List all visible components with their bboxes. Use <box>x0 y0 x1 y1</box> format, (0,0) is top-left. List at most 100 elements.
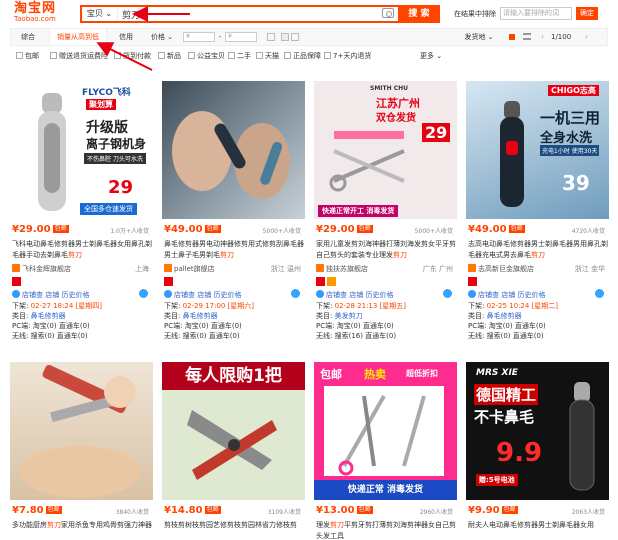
product-card[interactable]: 包邮 热卖 超低折扣 快递正常 消毒发货 ¥13.00 包邮 2960人收货 理发… <box>314 362 457 540</box>
product-title[interactable]: 鼻毛修剪器男电动神器修剪用式修剪刮鼻毛器男士鼻子毛男剃毛剪刀 <box>164 239 304 261</box>
product-image[interactable] <box>10 362 153 500</box>
shop-tools[interactable]: 店铺查 店铺 历史价格 <box>164 290 241 300</box>
filter-7day-return[interactable]: 7+天内退货 <box>324 51 371 61</box>
tmall-badge-icon[interactable] <box>316 277 325 286</box>
product-image[interactable]: 包邮 热卖 超低折扣 快递正常 消毒发货 <box>314 362 457 500</box>
filter-genuine[interactable]: 正品保障 <box>284 51 321 61</box>
filter-new[interactable]: 新品 <box>158 51 181 61</box>
checkbox-icon[interactable] <box>228 52 235 59</box>
filter-return-insurance[interactable]: 赠送退货运费险 <box>50 51 108 61</box>
info-icon <box>12 290 20 298</box>
sort-default[interactable]: 综合 <box>11 29 45 45</box>
product-image[interactable]: 每人限购1把 <box>162 362 305 500</box>
product-price: ¥29.00 包邮 <box>12 224 69 235</box>
meta-value[interactable]: 鼻毛修剪器 <box>183 312 218 320</box>
meta-value[interactable]: 鼻毛修剪器 <box>31 312 66 320</box>
hair-scissors-illustration <box>324 386 444 476</box>
tmall-badge-icon[interactable] <box>12 277 21 286</box>
title-text: 多功能厨房 <box>12 521 47 529</box>
list-view-icon[interactable] <box>523 33 531 40</box>
product-image[interactable]: FLYCO飞科 聚划算 升级版 离子钢机身 不伤鼻腔 刀头可水洗 29 全国多仓… <box>10 81 153 219</box>
checkbox-icon[interactable] <box>114 52 121 59</box>
sort-by-price[interactable]: 价格 ⌄ <box>145 29 179 45</box>
product-card[interactable]: CHIGO志高 一机三用 全身水洗 充电1小时 使用30天 39 ¥49.00 包… <box>466 81 609 371</box>
category-line: 类目: 鼻毛修剪器 <box>468 312 522 321</box>
product-card[interactable]: FLYCO飞科 聚划算 升级版 离子钢机身 不伤鼻腔 刀头可水洗 29 全国多仓… <box>10 81 153 371</box>
product-card[interactable]: MRS XIE 德国精工 不卡鼻毛 9.9 赠:5号电池 ¥9.90 包邮 206… <box>466 362 609 539</box>
product-card[interactable]: 每人限购1把 ¥14.80 包邮 3109人收货 剪枝剪树枝剪园艺修剪枝剪园林省力… <box>162 362 305 539</box>
price-value: ¥29.00 <box>316 224 355 235</box>
title-text: 家用杀鱼专用鸡骨剪强力神器 <box>61 521 152 529</box>
chat-icon[interactable] <box>595 289 604 298</box>
checkbox-icon[interactable] <box>50 52 57 59</box>
prev-page-button[interactable]: ‹ <box>541 29 544 45</box>
product-title[interactable]: 耐夫人电动鼻毛修剪器男士剃鼻毛器女用 <box>468 520 608 540</box>
search-category-select[interactable]: 宝贝 ⌄ <box>82 7 118 21</box>
product-title[interactable]: 理发剪刀平剪牙剪打薄剪刘海剪神器女自己剪头发工具 <box>316 520 456 540</box>
tmall-badge-icon[interactable] <box>164 277 173 286</box>
image-price: 9.9 <box>496 438 543 468</box>
filter-secondhand[interactable]: 二手 <box>228 51 251 61</box>
shop-link[interactable]: 飞科金辉旗舰店 <box>12 264 71 274</box>
shop-tools-label: 店铺查 店铺 历史价格 <box>478 291 546 299</box>
product-image[interactable]: SMITH CHU 江苏广州 双仓发货 29 快递正常开工 消毒发货 <box>314 81 457 219</box>
list-toggle-icon[interactable] <box>291 33 299 41</box>
meta-label: 下架: <box>12 302 29 310</box>
checkbox-icon[interactable] <box>284 52 291 59</box>
list-toggle-icon[interactable] <box>281 33 289 41</box>
product-image[interactable]: MRS XIE 德国精工 不卡鼻毛 9.9 赠:5号电池 <box>466 362 609 500</box>
checkbox-icon[interactable] <box>158 52 165 59</box>
gold-badge-icon[interactable] <box>327 277 336 286</box>
shop-tools[interactable]: 店铺查 店铺 历史价格 <box>468 290 545 300</box>
sort-by-credit[interactable]: 信用 <box>111 29 141 45</box>
taobao-logo[interactable]: 淘宝网 Taobao.com <box>14 2 64 24</box>
chat-icon[interactable] <box>139 289 148 298</box>
meta-value[interactable]: 鼻毛修剪器 <box>487 312 522 320</box>
product-footer-band: 快递正常开工 消毒发货 <box>318 205 399 217</box>
product-image[interactable] <box>162 81 305 219</box>
meta-value[interactable]: 美发剪刀 <box>335 312 363 320</box>
chat-icon[interactable] <box>443 289 452 298</box>
filter-tmall[interactable]: 天猫 <box>256 51 279 61</box>
chat-icon[interactable] <box>291 289 300 298</box>
sort-by-sales[interactable]: 销量从高到低 <box>49 29 107 45</box>
filter-more[interactable]: 更多 ⌄ <box>420 51 442 61</box>
checkbox-icon[interactable] <box>188 52 195 59</box>
product-card[interactable]: ¥7.80 包邮 3840人收货 多功能厨房剪刀家用杀鱼专用鸡骨剪强力神器 <box>10 362 153 539</box>
product-title[interactable]: 多功能厨房剪刀家用杀鱼专用鸡骨剪强力神器 <box>12 520 152 540</box>
free-shipping-badge: 包邮 <box>45 506 62 514</box>
checkbox-icon[interactable] <box>16 52 23 59</box>
ship-from-select[interactable]: 发货地 ⌄ <box>459 29 499 45</box>
product-title[interactable]: 志高电动鼻毛修剪器男士剃鼻毛器男用鼻孔剃毛器充电式男去鼻毛剪刀 <box>468 239 608 261</box>
shop-tools[interactable]: 店铺查 店铺 历史价格 <box>316 290 393 300</box>
next-page-button[interactable]: › <box>585 29 588 45</box>
product-card[interactable]: SMITH CHU 江苏广州 双仓发货 29 快递正常开工 消毒发货 ¥29.0… <box>314 81 457 371</box>
shop-tools[interactable]: 店铺查 店铺 历史价格 <box>12 290 89 300</box>
checkbox-icon[interactable] <box>324 52 331 59</box>
title-highlight: 剪刀 <box>531 251 545 259</box>
filter-cod[interactable]: 货到付款 <box>114 51 151 61</box>
grid-view-icon[interactable] <box>509 34 515 40</box>
filter-charity[interactable]: 公益宝贝 <box>188 51 225 61</box>
exclude-confirm-button[interactable]: 确定 <box>576 7 598 20</box>
camera-icon[interactable] <box>382 8 394 18</box>
shop-link[interactable]: 志高新巨金旗舰店 <box>468 264 534 274</box>
checkbox-icon[interactable] <box>267 33 275 41</box>
product-card[interactable]: ¥49.00 包邮 5000+人收货 鼻毛修剪器男电动神器修剪用式修剪刮鼻毛器男士… <box>162 81 305 371</box>
search-button[interactable]: 搜 索 <box>398 5 440 23</box>
image-price: 29 <box>422 123 451 142</box>
product-title[interactable]: 飞科电动鼻毛修剪器男士剃鼻毛器女用鼻孔剃毛器手动去剃鼻毛剪刀 <box>12 239 152 261</box>
product-title[interactable]: 剪枝剪树枝剪园艺修剪枝剪园林省力修枝剪 <box>164 520 304 540</box>
product-title[interactable]: 家用儿童发剪刘海神器打薄刘海发剪女平牙剪自己剪头的套装专业理发剪刀 <box>316 239 456 261</box>
product-image[interactable]: CHIGO志高 一机三用 全身水洗 充电1小时 使用30天 39 <box>466 81 609 219</box>
shop-link[interactable]: pallet旗舰店 <box>164 264 215 274</box>
exclude-input[interactable]: 请输入要排除的词 <box>500 7 572 20</box>
filter-free-shipping[interactable]: 包邮 <box>16 51 39 61</box>
tmall-badge-icon[interactable] <box>468 277 477 286</box>
checkbox-icon[interactable] <box>256 52 263 59</box>
price-to-input[interactable]: ¥ <box>225 32 257 42</box>
search-input[interactable] <box>122 7 372 21</box>
shop-link[interactable]: 独扶苏旗舰店 <box>316 264 368 274</box>
product-footer-band: 快递正常 消毒发货 <box>314 480 457 500</box>
price-from-input[interactable]: ¥ <box>183 32 215 42</box>
